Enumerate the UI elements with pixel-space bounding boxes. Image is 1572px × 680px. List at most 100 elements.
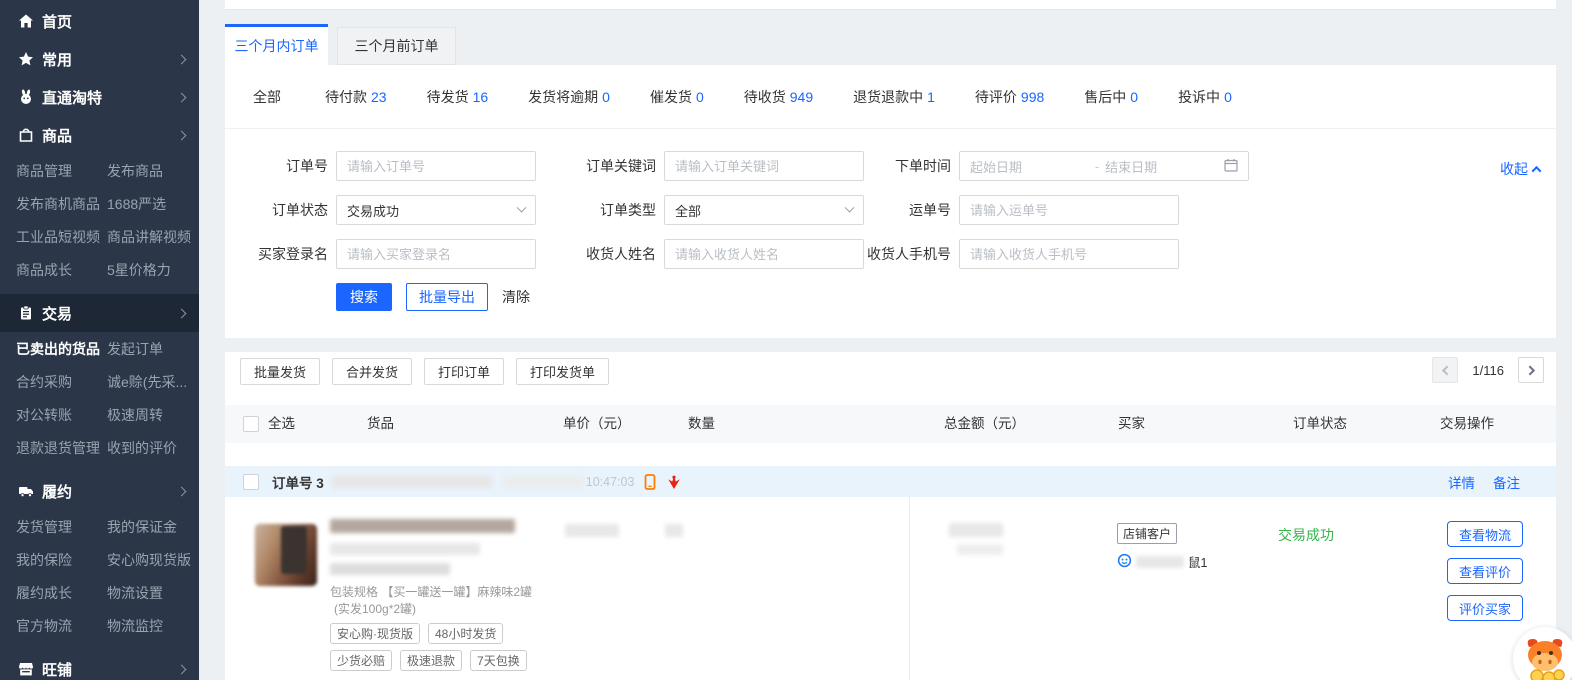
sidebar-item-favorites[interactable]: 常用	[0, 40, 199, 78]
search-button[interactable]: 搜索	[336, 283, 392, 311]
buyer-login-input[interactable]	[336, 239, 536, 269]
order-date-range-picker[interactable]: 起始日期 - 结束日期	[959, 151, 1249, 181]
sidebar-subitem[interactable]: 商品管理	[16, 161, 107, 181]
sidebar-subitem[interactable]: 物流设置	[107, 583, 163, 603]
sidebar-subitem[interactable]: 极速周转	[107, 405, 163, 425]
filter-urge-shipment[interactable]: 催发货0	[650, 87, 704, 107]
sidebar-item-taote[interactable]: 直通淘特	[0, 78, 199, 116]
customer-service-mascot[interactable]	[1513, 627, 1572, 680]
sidebar-subitem[interactable]: 收到的评价	[107, 438, 177, 458]
sidebar-item-label: 常用	[42, 49, 178, 70]
filter-complaint[interactable]: 投诉中0	[1178, 87, 1232, 107]
rate-buyer-button[interactable]: 评价买家	[1447, 595, 1523, 621]
sidebar-subitem[interactable]: 官方物流	[16, 616, 107, 636]
sidebar-subitem[interactable]: 1688严选	[107, 194, 166, 214]
order-status-select[interactable]: 交易成功	[336, 195, 536, 225]
sidebar-item-goods[interactable]: 商品	[0, 116, 199, 154]
chevron-right-icon	[177, 54, 187, 64]
order-number-prefix: 订单号 3	[272, 472, 324, 492]
order-row-header: 订单号 3 10:47:03 详情 备注	[225, 466, 1556, 497]
filter-shipment-overdue[interactable]: 发货将逾期0	[528, 87, 610, 107]
filter-pending-shipment[interactable]: 待发货16	[427, 87, 489, 107]
order-table-header: 全选 货品 单价（元） 数量 总金额（元） 买家 订单状态 交易操作	[225, 405, 1556, 443]
sidebar-subitem[interactable]: 合约采购	[16, 372, 107, 392]
tab-label: 三个月内订单	[235, 36, 319, 56]
field-label: 订单类型	[536, 200, 664, 220]
sidebar-item-fulfillment[interactable]: 履约	[0, 472, 199, 510]
tab-orders-within-3-months[interactable]: 三个月内订单	[225, 24, 328, 65]
sidebar-subitem[interactable]: 发货管理	[16, 517, 107, 537]
sidebar-subitem[interactable]: 发布商品	[107, 161, 163, 181]
sidebar-subitem[interactable]: 对公转账	[16, 405, 107, 425]
tag-assured-purchase: 安心购·现货版	[330, 623, 420, 644]
sidebar-subitem[interactable]: 发起订单	[107, 339, 163, 359]
redacted-order-number	[332, 475, 492, 488]
field-label: 订单关键词	[536, 156, 664, 176]
product-image[interactable]	[254, 523, 318, 587]
tab-orders-before-3-months[interactable]: 三个月前订单	[337, 27, 456, 65]
sidebar-subitem[interactable]: 5星价格力	[107, 260, 171, 280]
order-remark-link[interactable]: 备注	[1493, 472, 1520, 492]
page-indicator: 1/116	[1472, 363, 1504, 378]
sidebar-subitem[interactable]: 我的保险	[16, 550, 107, 570]
sidebar-item-label: 商品	[42, 125, 178, 146]
sidebar-subitem[interactable]: 商品成长	[16, 260, 107, 280]
truck-icon	[17, 483, 34, 500]
filter-after-sale[interactable]: 售后中0	[1084, 87, 1138, 107]
filter-pending-payment[interactable]: 待付款23	[325, 87, 387, 107]
field-label: 运单号	[864, 200, 959, 220]
order-no-input[interactable]	[336, 151, 536, 181]
sidebar-subitem[interactable]: 工业品短视频	[16, 227, 107, 247]
wangwang-icon[interactable]	[666, 474, 682, 490]
sidebar-item-home[interactable]: 首页	[0, 2, 199, 40]
sidebar-subrow: 履约成长 物流设置	[0, 576, 199, 609]
sidebar-subitem[interactable]: 安心购现货版	[107, 550, 191, 570]
order-detail-link[interactable]: 详情	[1448, 472, 1475, 492]
sidebar-subitem[interactable]: 物流监控	[107, 616, 163, 636]
batch-ship-button[interactable]: 批量发货	[240, 358, 320, 385]
column-total-amount: 总金额（元）	[944, 405, 1025, 443]
sidebar-subitem[interactable]: 退款退货管理	[16, 438, 107, 458]
sidebar-subitem[interactable]: 履约成长	[16, 583, 107, 603]
view-review-button[interactable]: 查看评价	[1447, 558, 1523, 584]
sidebar-subitem[interactable]: 商品讲解视频	[107, 227, 191, 247]
tag-shortage-compensation: 少货必赔	[330, 650, 392, 671]
next-page-button[interactable]	[1518, 357, 1544, 383]
tracking-no-input[interactable]	[959, 195, 1179, 225]
sidebar-item-label: 履约	[42, 481, 178, 502]
sidebar-item-label: 旺铺	[42, 659, 178, 680]
select-all-checkbox[interactable]	[243, 416, 259, 432]
filter-all[interactable]: 全部	[253, 87, 285, 107]
clear-button[interactable]: 清除	[502, 287, 530, 307]
sidebar-subitem[interactable]: 诚e赊(先采...	[107, 372, 187, 392]
chevron-right-icon	[177, 308, 187, 318]
sidebar-item-shop[interactable]: 旺铺	[0, 650, 199, 680]
merge-ship-button[interactable]: 合并发货	[332, 358, 412, 385]
sidebar-subrow: 已卖出的货品 发起订单	[0, 332, 199, 365]
filter-refund-return[interactable]: 退货退款中1	[853, 87, 935, 107]
order-checkbox[interactable]	[243, 474, 259, 490]
filter-pending-review[interactable]: 待评价998	[975, 87, 1044, 107]
status-filter-bar: 全部 待付款23 待发货16 发货将逾期0 催发货0 待收货949 退货退款中1…	[225, 65, 1556, 129]
receiver-phone-input[interactable]	[959, 239, 1179, 269]
sidebar-subitem[interactable]: 发布商机商品	[16, 194, 107, 214]
redacted-total-amount	[949, 523, 1003, 537]
prev-page-button[interactable]	[1432, 357, 1458, 383]
sidebar-subitem-sold-goods-active[interactable]: 已卖出的货品	[16, 339, 107, 359]
view-logistics-button[interactable]: 查看物流	[1447, 521, 1523, 547]
batch-export-button[interactable]: 批量导出	[406, 283, 488, 311]
print-order-button[interactable]: 打印订单	[424, 358, 504, 385]
sidebar-subitem[interactable]: 我的保证金	[107, 517, 177, 537]
redacted-quantity	[665, 524, 683, 537]
receiver-name-input[interactable]	[664, 239, 864, 269]
chevron-down-icon	[517, 202, 527, 212]
sidebar-item-trade[interactable]: 交易	[0, 294, 199, 332]
mobile-phone-icon	[642, 474, 658, 490]
order-type-select[interactable]: 全部	[664, 195, 864, 225]
filter-pending-receipt[interactable]: 待收货949	[744, 87, 813, 107]
buyer-contact[interactable]: 鼠1	[1117, 552, 1207, 571]
print-shipping-list-button[interactable]: 打印发货单	[516, 358, 609, 385]
order-keyword-input[interactable]	[664, 151, 864, 181]
collapse-search-link[interactable]: 收起	[1500, 159, 1540, 179]
package-spec-line1: 包装规格 【买一罐送一罐】麻辣味2罐	[330, 583, 532, 600]
